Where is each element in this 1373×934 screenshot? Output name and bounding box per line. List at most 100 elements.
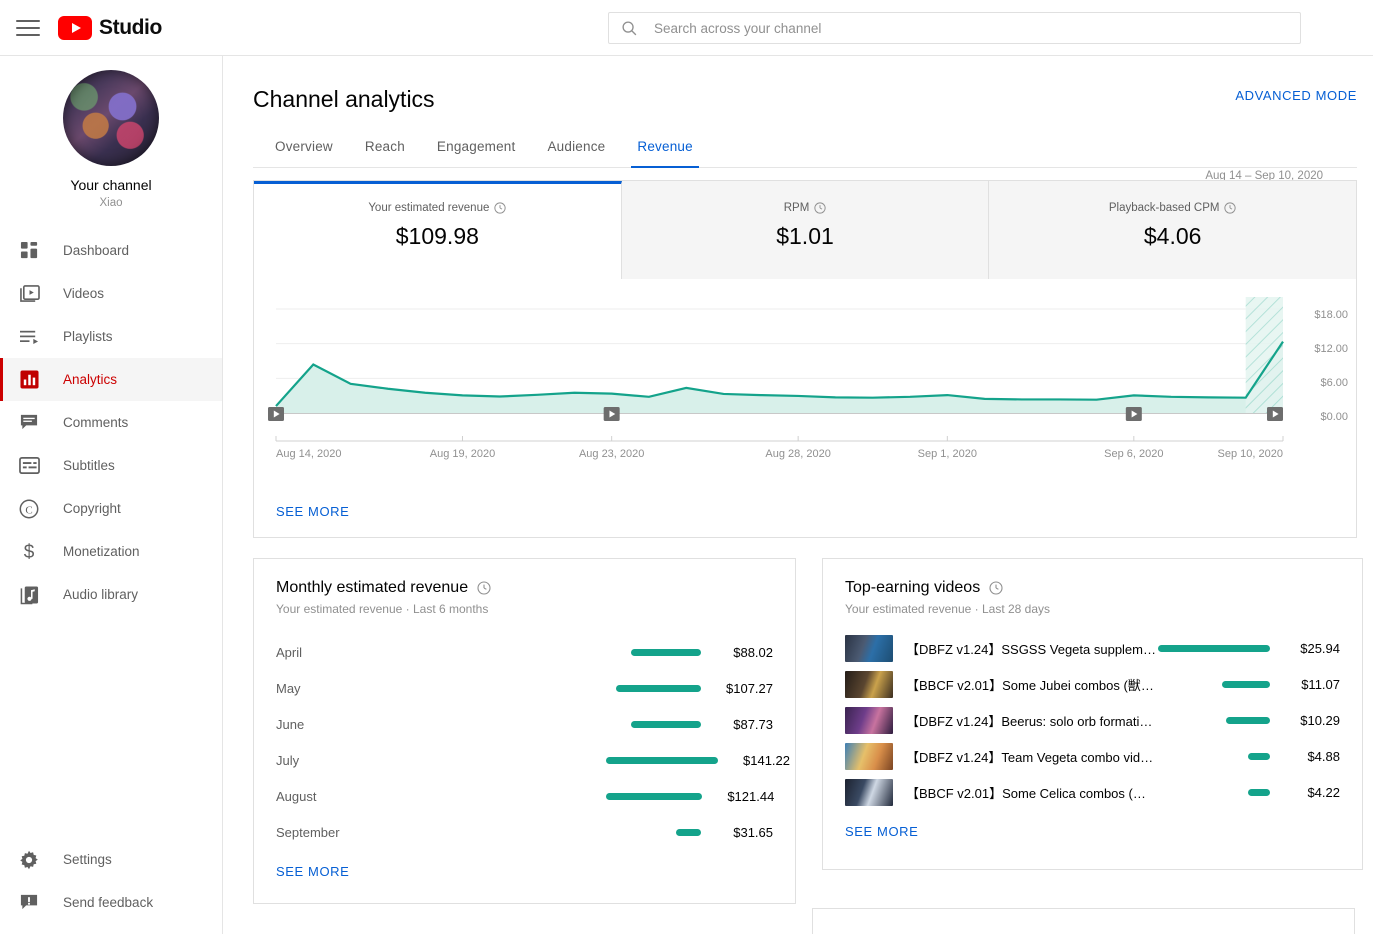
tab-revenue[interactable]: Revenue xyxy=(621,139,708,168)
revenue-chart-card: Your estimated revenue $109.98 RPM $1.01… xyxy=(253,180,1357,538)
sidebar-item-label: Playlists xyxy=(63,329,113,344)
tab-engagement[interactable]: Engagement xyxy=(421,139,532,167)
chart-see-more-link[interactable]: SEE MORE xyxy=(276,504,349,519)
top-video-row[interactable]: 【DBFZ v1.24】Beerus: solo orb formation… $… xyxy=(845,702,1340,738)
sidebar-item-label: Settings xyxy=(63,852,112,867)
videos-see-more-link[interactable]: SEE MORE xyxy=(845,824,918,839)
revenue-bar xyxy=(1248,752,1270,760)
info-icon[interactable] xyxy=(814,202,826,214)
revenue-value: $4.88 xyxy=(1307,748,1340,764)
video-thumbnail[interactable] xyxy=(845,670,893,698)
page-title: Channel analytics xyxy=(253,86,435,112)
video-thumbnail[interactable] xyxy=(845,742,893,770)
revenue-value: $121.44 xyxy=(727,788,775,804)
bar-track xyxy=(1158,788,1284,796)
monthly-revenue-row[interactable]: August $121.44 xyxy=(276,778,775,814)
month-label: September xyxy=(276,824,340,840)
video-thumbnail[interactable] xyxy=(845,778,893,806)
x-tick-label: Aug 19, 2020 xyxy=(430,448,495,460)
metric-estimated-revenue[interactable]: Your estimated revenue $109.98 xyxy=(254,181,622,279)
bottom-panels-row: Monthly estimated revenue Your estimated… xyxy=(253,558,1363,904)
sidebar-item-subtitles[interactable]: Subtitles xyxy=(0,444,222,487)
metric-value: $109.98 xyxy=(395,223,479,249)
monthly-revenue-row[interactable]: May $107.27 xyxy=(276,670,773,706)
revenue-area-chart[interactable]: Aug 14, 2020 Aug 19, 2020 Aug 23, 2020 Aug … xyxy=(254,279,1356,509)
tab-audience[interactable]: Audience xyxy=(531,139,621,167)
panel-subtitle: Your estimated revenue · Last 6 months xyxy=(276,602,489,616)
sidebar-item-analytics[interactable]: Analytics xyxy=(0,358,222,401)
advanced-mode-button[interactable]: ADVANCED MODE xyxy=(1235,88,1357,103)
revenue-value: $10.29 xyxy=(1300,712,1340,728)
subtitles-icon xyxy=(17,454,41,478)
revenue-bar xyxy=(1158,644,1270,652)
revenue-bar xyxy=(606,792,703,800)
top-earning-videos-panel: Top-earning videos Your estimated revenu… xyxy=(822,558,1363,870)
top-video-row[interactable]: 【BBCF v2.01】Some Celica combos (セ… $4.22 xyxy=(845,774,1340,810)
channel-block: Your channel Xiao xyxy=(0,56,222,225)
sidebar-item-dashboard[interactable]: Dashboard xyxy=(0,229,222,272)
info-icon[interactable] xyxy=(1224,202,1237,214)
metric-label-wrap: Playback-based CPM xyxy=(1109,202,1237,214)
sidebar-item-send-feedback[interactable]: Send feedback xyxy=(0,881,222,924)
metric-playback-cpm[interactable]: Playback-based CPM $4.06 xyxy=(989,181,1357,279)
y-tick-label: $0.00 xyxy=(1320,411,1348,423)
top-bar: Studio xyxy=(0,0,1373,56)
bar-track xyxy=(606,756,732,764)
y-tick-label: $6.00 xyxy=(1320,377,1348,389)
tab-reach[interactable]: Reach xyxy=(349,139,421,167)
video-publish-marker xyxy=(1125,407,1142,421)
top-video-row[interactable]: 【DBFZ v1.24】SSGSS Vegeta supplement… $25.… xyxy=(845,630,1340,666)
panel-title-wrap: Monthly estimated revenue xyxy=(276,579,773,597)
avatar[interactable] xyxy=(63,70,159,166)
revenue-bar xyxy=(631,648,701,656)
sidebar-item-label: Dashboard xyxy=(63,243,130,258)
sidebar-item-videos[interactable]: Videos xyxy=(0,272,222,315)
sidebar-item-label: Copyright xyxy=(63,501,121,516)
sidebar-item-label: Audio library xyxy=(63,587,139,602)
video-thumbnail[interactable] xyxy=(845,706,893,734)
monthly-revenue-row[interactable]: April $88.02 xyxy=(276,634,773,670)
month-label: April xyxy=(276,644,303,660)
monthly-revenue-row[interactable]: September $31.65 xyxy=(276,814,773,850)
hamburger-menu-icon[interactable] xyxy=(16,16,40,40)
tab-overview[interactable]: Overview xyxy=(253,139,349,167)
month-label: July xyxy=(276,752,300,768)
revenue-value: $141.22 xyxy=(743,752,790,768)
bar-track xyxy=(606,684,715,692)
revenue-value: $4.22 xyxy=(1307,784,1340,800)
channel-name: Xiao xyxy=(99,197,123,209)
top-video-row[interactable]: 【BBCF v2.01】Some Jubei combos (獣兵… $11.07 xyxy=(845,666,1340,702)
info-icon[interactable] xyxy=(494,202,506,214)
sidebar-item-playlists[interactable]: Playlists xyxy=(0,315,222,358)
panel-title: Top-earning videos xyxy=(845,579,981,596)
sidebar-item-monetization[interactable]: $ Monetization xyxy=(0,530,222,573)
sidebar-item-copyright[interactable]: C Copyright xyxy=(0,487,222,530)
x-tick-label: Aug 28, 2020 xyxy=(765,448,830,460)
monthly-revenue-row[interactable]: July $141.22 xyxy=(276,742,790,778)
bar-track xyxy=(606,792,716,800)
info-icon[interactable] xyxy=(477,581,491,595)
sidebar-item-settings[interactable]: Settings xyxy=(0,838,222,881)
audio-library-icon xyxy=(17,583,41,607)
revenue-value: $88.02 xyxy=(733,644,773,660)
x-tick-label: Aug 23, 2020 xyxy=(579,448,644,460)
bar-track xyxy=(1158,680,1284,688)
bar-track xyxy=(1158,716,1284,724)
metric-rpm[interactable]: RPM $1.01 xyxy=(621,181,990,279)
search-bar[interactable] xyxy=(608,12,1301,44)
analytics-icon xyxy=(17,368,41,392)
top-video-row[interactable]: 【DBFZ v1.24】Team Vegeta combo video… $4.8… xyxy=(845,738,1340,774)
sidebar-item-comments[interactable]: Comments xyxy=(0,401,222,444)
monthly-see-more-link[interactable]: SEE MORE xyxy=(276,864,349,879)
sidebar-item-audio-library[interactable]: Audio library xyxy=(0,573,222,616)
search-input[interactable] xyxy=(652,19,1288,37)
main-content: Channel analytics ADVANCED MODE Aug 14 –… xyxy=(223,56,1373,934)
video-title: 【DBFZ v1.24】SSGSS Vegeta supplement… xyxy=(906,641,1158,657)
metric-value: $4.06 xyxy=(1143,223,1202,249)
video-thumbnail[interactable] xyxy=(845,634,893,662)
x-tick-label: Sep 6, 2020 xyxy=(1104,448,1163,460)
videos-icon xyxy=(17,282,41,306)
info-icon[interactable] xyxy=(989,581,1003,595)
studio-logo[interactable]: Studio xyxy=(58,15,162,40)
monthly-revenue-row[interactable]: June $87.73 xyxy=(276,706,773,742)
